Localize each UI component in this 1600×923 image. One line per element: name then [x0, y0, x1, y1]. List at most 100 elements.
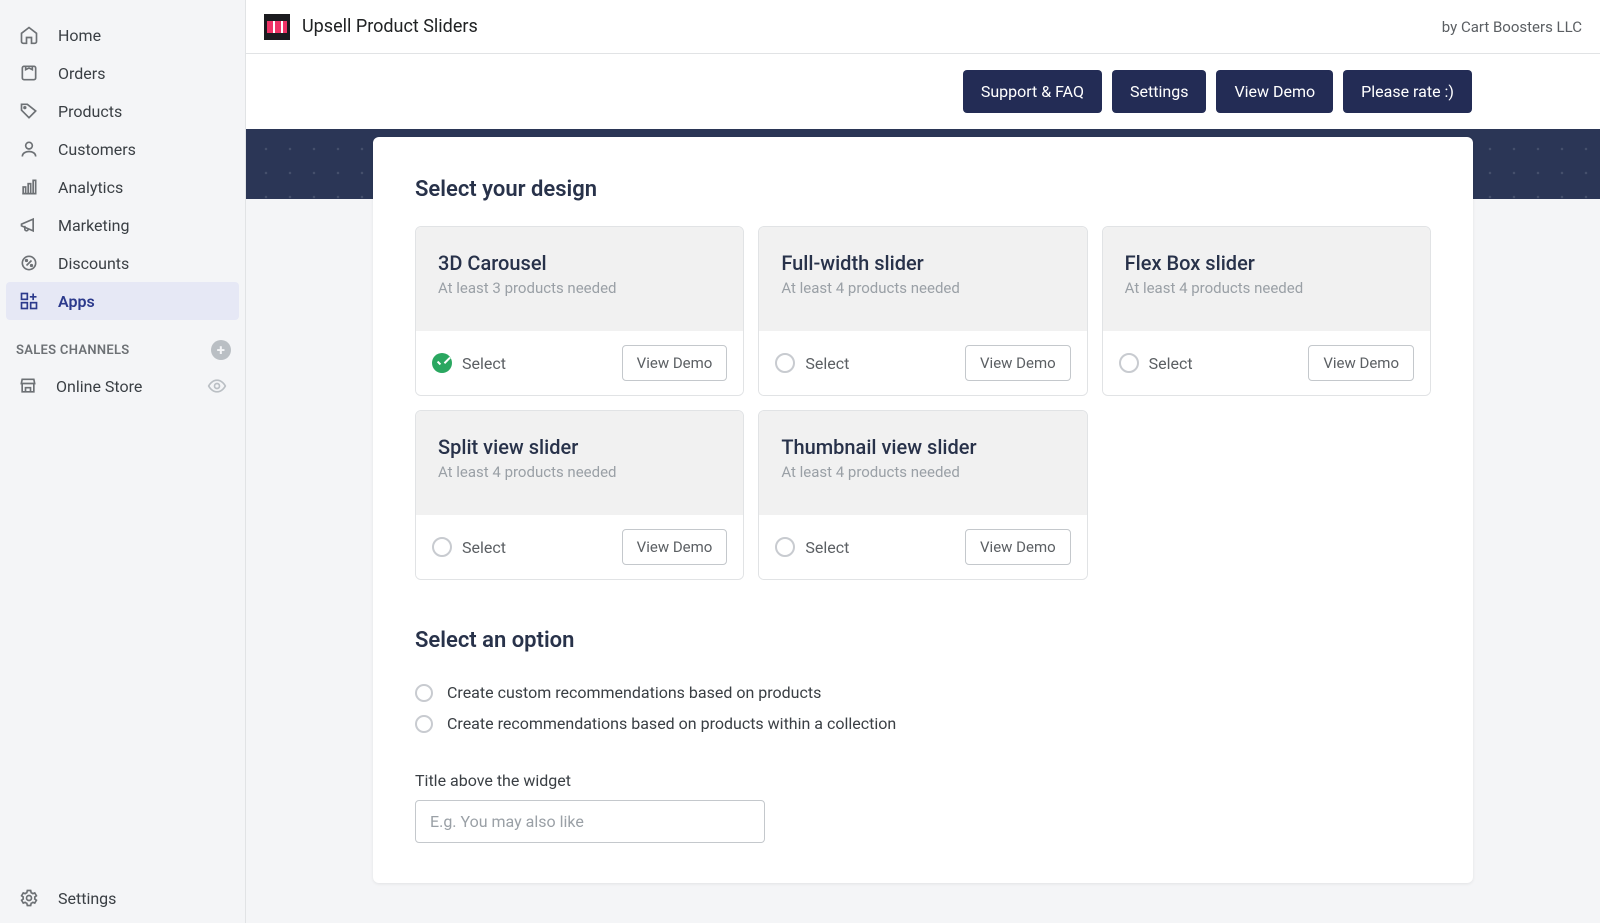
sidebar: Home Orders Products Customers Analytics… — [0, 0, 246, 923]
nav-label: Settings — [58, 889, 116, 908]
sales-channels-header: SALES CHANNELS + — [0, 320, 245, 368]
design-title: Split view slider — [438, 435, 721, 459]
option-item[interactable]: Create custom recommendations based on p… — [415, 677, 1431, 708]
channel-label: Online Store — [56, 377, 142, 396]
design-card: Split view slider At least 4 products nee… — [415, 410, 744, 580]
nav-customers[interactable]: Customers — [6, 130, 239, 168]
app-logo — [264, 14, 290, 40]
design-card-footer: Select View Demo — [1103, 331, 1430, 395]
channel-online-store[interactable]: Online Store — [6, 368, 239, 404]
nav-label: Customers — [58, 140, 136, 159]
radio-label: Select — [805, 354, 849, 373]
design-subtitle: At least 4 products needed — [781, 463, 1064, 481]
discount-icon — [18, 252, 40, 274]
nav-label: Marketing — [58, 216, 129, 235]
design-card-footer: Select View Demo — [416, 331, 743, 395]
design-card: Full-width slider At least 4 products nee… — [758, 226, 1087, 396]
design-subtitle: At least 3 products needed — [438, 279, 721, 297]
design-card-header: Split view slider At least 4 products nee… — [416, 411, 743, 515]
design-card: 3D Carousel At least 3 products needed Sel… — [415, 226, 744, 396]
radio-icon — [415, 684, 433, 702]
nav-products[interactable]: Products — [6, 92, 239, 130]
main: Upsell Product Sliders by Cart Boosters … — [246, 0, 1600, 923]
add-channel-button[interactable]: + — [211, 340, 231, 360]
design-card-footer: Select View Demo — [759, 515, 1086, 579]
gear-icon — [18, 887, 40, 909]
radio-icon — [432, 537, 452, 557]
nav-label: Products — [58, 102, 122, 121]
card-view-demo-button[interactable]: View Demo — [622, 345, 728, 381]
design-grid: 3D Carousel At least 3 products needed Sel… — [415, 226, 1431, 580]
nav-label: Apps — [58, 292, 95, 311]
design-select-radio[interactable]: Select — [432, 353, 506, 373]
bar-chart-icon — [18, 176, 40, 198]
design-subtitle: At least 4 products needed — [1125, 279, 1408, 297]
card-view-demo-button[interactable]: View Demo — [965, 529, 1071, 565]
megaphone-icon — [18, 214, 40, 236]
tag-icon — [18, 100, 40, 122]
card-view-demo-button[interactable]: View Demo — [1308, 345, 1414, 381]
radio-icon — [775, 537, 795, 557]
app-author: by Cart Boosters LLC — [1442, 18, 1582, 36]
title-field-label: Title above the widget — [415, 771, 1431, 790]
orders-icon — [18, 62, 40, 84]
option-label: Create recommendations based on products… — [447, 714, 896, 733]
store-icon — [18, 376, 38, 396]
nav-analytics[interactable]: Analytics — [6, 168, 239, 206]
app-title: Upsell Product Sliders — [302, 16, 478, 37]
nav-home[interactable]: Home — [6, 16, 239, 54]
design-select-radio[interactable]: Select — [775, 353, 849, 373]
action-bar: Support & FAQ Settings View Demo Please … — [246, 54, 1600, 129]
settings-button[interactable]: Settings — [1112, 70, 1206, 113]
design-title: Full-width slider — [781, 251, 1064, 275]
design-title: Thumbnail view slider — [781, 435, 1064, 459]
config-panel: Select your design 3D Carousel At least 3… — [373, 137, 1473, 883]
design-title: 3D Carousel — [438, 251, 721, 275]
card-view-demo-button[interactable]: View Demo — [965, 345, 1071, 381]
nav-label: Home — [58, 26, 101, 45]
eye-icon[interactable] — [207, 376, 227, 396]
radio-label: Select — [1149, 354, 1193, 373]
nav-marketing[interactable]: Marketing — [6, 206, 239, 244]
design-subtitle: At least 4 products needed — [438, 463, 721, 481]
view-demo-button[interactable]: View Demo — [1216, 70, 1333, 113]
nav-label: Analytics — [58, 178, 123, 197]
support-faq-button[interactable]: Support & FAQ — [963, 70, 1102, 113]
option-list: Create custom recommendations based on p… — [415, 677, 1431, 739]
design-select-radio[interactable]: Select — [775, 537, 849, 557]
radio-label: Select — [462, 538, 506, 557]
design-select-radio[interactable]: Select — [1119, 353, 1193, 373]
radio-icon — [415, 715, 433, 733]
option-label: Create custom recommendations based on p… — [447, 683, 821, 702]
user-icon — [18, 138, 40, 160]
title-input[interactable] — [415, 800, 765, 843]
nav-label: Discounts — [58, 254, 129, 273]
design-card-header: 3D Carousel At least 3 products needed — [416, 227, 743, 331]
design-card-footer: Select View Demo — [759, 331, 1086, 395]
design-card: Flex Box slider At least 4 products neede… — [1102, 226, 1431, 396]
design-card-header: Flex Box slider At least 4 products neede… — [1103, 227, 1430, 331]
nav-label: Orders — [58, 64, 105, 83]
nav-settings[interactable]: Settings — [6, 879, 239, 917]
design-card-header: Full-width slider At least 4 products nee… — [759, 227, 1086, 331]
nav-orders[interactable]: Orders — [6, 54, 239, 92]
design-card-footer: Select View Demo — [416, 515, 743, 579]
design-title: Flex Box slider — [1125, 251, 1408, 275]
home-icon — [18, 24, 40, 46]
radio-label: Select — [462, 354, 506, 373]
option-heading: Select an option — [415, 628, 1431, 653]
design-subtitle: At least 4 products needed — [781, 279, 1064, 297]
card-view-demo-button[interactable]: View Demo — [622, 529, 728, 565]
radio-icon — [775, 353, 795, 373]
option-item[interactable]: Create recommendations based on products… — [415, 708, 1431, 739]
design-heading: Select your design — [415, 177, 1431, 202]
nav-list: Home Orders Products Customers Analytics… — [0, 10, 245, 320]
rate-button[interactable]: Please rate :) — [1343, 70, 1472, 113]
topbar: Upsell Product Sliders by Cart Boosters … — [246, 0, 1600, 54]
design-select-radio[interactable]: Select — [432, 537, 506, 557]
nav-discounts[interactable]: Discounts — [6, 244, 239, 282]
nav-apps[interactable]: Apps — [6, 282, 239, 320]
section-label-text: SALES CHANNELS — [16, 343, 130, 358]
apps-icon — [18, 290, 40, 312]
radio-icon — [1119, 353, 1139, 373]
